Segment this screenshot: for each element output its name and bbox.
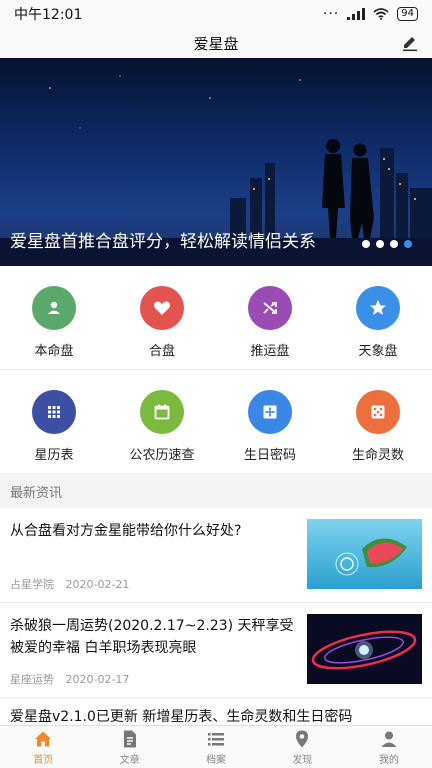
feature-birthday-code[interactable]: 生日密码 (216, 370, 324, 473)
crosshair-icon (248, 390, 292, 434)
tab-label: 文章 (119, 755, 140, 766)
feature-calendar-lookup[interactable]: 公农历速查 (108, 370, 216, 473)
news-list: 从合盘看对方金星能带给你什么好处? 占星学院 2020-02-21 杀破狼一周运… (0, 508, 432, 738)
location-icon (296, 730, 309, 748)
title-bar: 爱星盘 (0, 28, 432, 58)
feature-label: 生命灵数 (351, 448, 404, 463)
news-title: 从合盘看对方金星能带给你什么好处? (10, 523, 242, 539)
feature-label: 合盘 (148, 344, 175, 359)
tab-label: 首页 (33, 755, 54, 766)
news-title: 杀破狼一周运势(2020.2.17~2.23) 天秤享受被爱的幸福 白羊职场表现… (10, 618, 294, 656)
feature-grid: 本命盘 合盘 推运盘 天象盘 星历表 公农历速查 生日密码 生命灵数 (0, 266, 432, 473)
tab-profile[interactable]: 我的 (346, 726, 432, 768)
news-source: 占星学院 (10, 578, 54, 591)
tab-discover[interactable]: 发现 (259, 726, 345, 768)
news-thumbnail (307, 519, 422, 589)
calendar-icon (140, 390, 184, 434)
feature-label: 本命盘 (34, 344, 74, 359)
carousel-dot-active[interactable] (404, 240, 412, 248)
tab-label: 我的 (378, 755, 399, 766)
feature-ephemeris[interactable]: 星历表 (0, 370, 108, 473)
dice-icon (356, 390, 400, 434)
feature-label: 推运盘 (250, 344, 290, 359)
article-icon (123, 730, 136, 748)
news-section-header: 最新资讯 (0, 474, 432, 508)
heart-icon (140, 286, 184, 330)
grid-icon (32, 390, 76, 434)
news-item[interactable]: 杀破狼一周运势(2020.2.17~2.23) 天秤享受被爱的幸福 白羊职场表现… (0, 603, 432, 698)
feature-progression-chart[interactable]: 推运盘 (216, 266, 324, 369)
status-icons: ··· 94 (323, 6, 418, 22)
feature-row: 本命盘 合盘 推运盘 天象盘 (0, 266, 432, 369)
news-meta: 占星学院 2020-02-21 (10, 576, 129, 592)
news-source: 星座运势 (10, 673, 54, 686)
signal-icon (347, 8, 366, 20)
news-date: 2020-02-17 (65, 673, 130, 686)
status-bar: 中午12:01 ··· 94 (0, 0, 432, 28)
tab-archive[interactable]: 档案 (173, 726, 259, 768)
banner-caption: 爱星盘首推合盘评分，轻松解读情侣关系 (10, 232, 316, 252)
feature-label: 生日密码 (243, 448, 296, 463)
news-date: 2020-02-21 (65, 578, 130, 591)
wifi-icon (373, 8, 389, 20)
feature-life-number[interactable]: 生命灵数 (324, 370, 432, 473)
page-title: 爱星盘 (193, 34, 239, 53)
carousel-dot[interactable] (390, 240, 398, 248)
news-thumbnail (307, 614, 422, 684)
edit-icon[interactable] (400, 32, 420, 52)
person-icon (32, 286, 76, 330)
tab-label: 发现 (292, 755, 313, 766)
tab-home[interactable]: 首页 (0, 726, 86, 768)
tab-articles[interactable]: 文章 (86, 726, 172, 768)
feature-label: 公农历速查 (129, 448, 195, 463)
tab-label: 档案 (206, 755, 227, 766)
star-icon (356, 286, 400, 330)
bottom-tab-bar: 首页 文章 档案 发现 我的 (0, 725, 432, 768)
battery-indicator: 94 (397, 7, 418, 21)
banner-carousel[interactable]: 爱星盘首推合盘评分，轻松解读情侣关系 (0, 58, 432, 266)
feature-label: 天象盘 (358, 344, 398, 359)
home-icon (35, 731, 52, 747)
status-time: 中午12:01 (14, 7, 83, 23)
feature-natal-chart[interactable]: 本命盘 (0, 266, 108, 369)
list-icon (208, 733, 225, 746)
news-meta: 星座运势 2020-02-17 (10, 671, 129, 687)
feature-row: 星历表 公农历速查 生日密码 生命灵数 (0, 369, 432, 473)
feature-label: 星历表 (34, 448, 74, 463)
profile-icon (381, 731, 397, 747)
news-item[interactable]: 从合盘看对方金星能带给你什么好处? 占星学院 2020-02-21 (0, 508, 432, 603)
feature-synastry-chart[interactable]: 合盘 (108, 266, 216, 369)
more-dots-icon: ··· (322, 6, 340, 22)
carousel-dot[interactable] (376, 240, 384, 248)
carousel-indicator[interactable] (362, 240, 412, 248)
carousel-dot[interactable] (362, 240, 370, 248)
shuffle-icon (248, 286, 292, 330)
feature-transit-chart[interactable]: 天象盘 (324, 266, 432, 369)
